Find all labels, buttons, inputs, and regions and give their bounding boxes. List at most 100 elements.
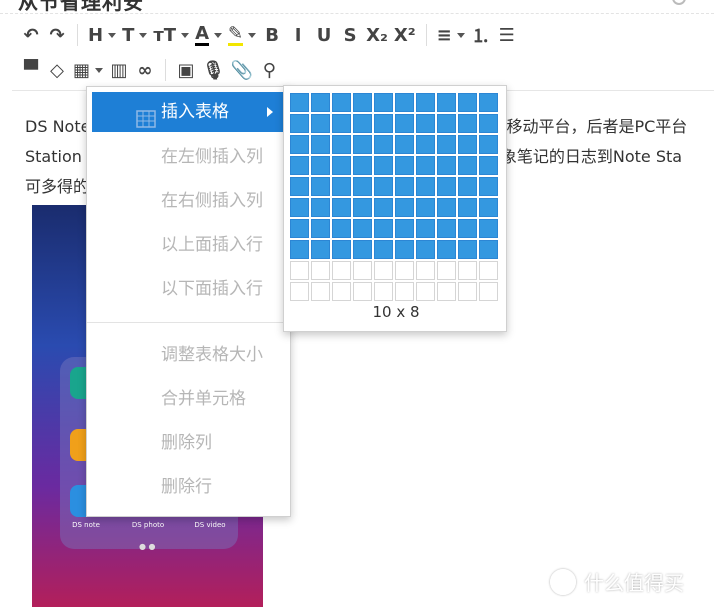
grid-cell[interactable] [290, 156, 309, 175]
grid-cell[interactable] [437, 261, 456, 280]
grid-cell[interactable] [458, 219, 477, 238]
superscript-button[interactable]: X² [391, 21, 419, 49]
grid-cell[interactable] [290, 261, 309, 280]
grid-cell[interactable] [290, 198, 309, 217]
grid-cell[interactable] [374, 282, 393, 301]
image-button[interactable]: ▣ [173, 56, 199, 84]
grid-cell[interactable] [479, 156, 498, 175]
menu-item-4[interactable]: 以下面插入行 [87, 267, 292, 311]
menu-item-0[interactable]: 插入表格 [92, 92, 287, 132]
grid-cell[interactable] [311, 114, 330, 133]
grid-cell[interactable] [311, 156, 330, 175]
menu-item-5[interactable]: 调整表格大小 [87, 333, 292, 377]
grid-cell[interactable] [479, 93, 498, 112]
menu-item-7[interactable]: 删除列 [87, 421, 292, 465]
grid-cell[interactable] [395, 93, 414, 112]
grid-cell[interactable] [416, 135, 435, 154]
grid-cell[interactable] [458, 282, 477, 301]
microphone-button[interactable]: 🎙 [199, 56, 228, 84]
grid-cell[interactable] [332, 177, 351, 196]
grid-cell[interactable] [311, 240, 330, 259]
grid-cell[interactable] [437, 177, 456, 196]
grid-cell[interactable] [395, 240, 414, 259]
grid-cell[interactable] [437, 156, 456, 175]
grid-cell[interactable] [437, 219, 456, 238]
grid-cell[interactable] [479, 282, 498, 301]
grid-cell[interactable] [437, 282, 456, 301]
grid-cell[interactable] [374, 219, 393, 238]
grid-cell[interactable] [395, 135, 414, 154]
chart-button[interactable]: ▥ [106, 56, 132, 84]
grid-cell[interactable] [332, 135, 351, 154]
grid-cell[interactable] [290, 93, 309, 112]
grid-cell[interactable] [458, 156, 477, 175]
grid-cell[interactable] [290, 177, 309, 196]
grid-cell[interactable] [311, 198, 330, 217]
grid-cell[interactable] [311, 219, 330, 238]
grid-cell[interactable] [479, 177, 498, 196]
grid-cell[interactable] [479, 198, 498, 217]
grid-cell[interactable] [353, 93, 372, 112]
menu-item-6[interactable]: 合并单元格 [87, 377, 292, 421]
undo-button[interactable]: ↶ [18, 21, 44, 49]
font-color-button[interactable]: A [192, 21, 225, 49]
underline-button[interactable]: U [311, 21, 337, 49]
grid-cell[interactable] [311, 93, 330, 112]
grid-cell[interactable] [374, 156, 393, 175]
grid-cell[interactable] [311, 135, 330, 154]
grid-cell[interactable] [395, 177, 414, 196]
redo-button[interactable]: ↷ [44, 21, 70, 49]
grid-cell[interactable] [290, 219, 309, 238]
grid-cell[interactable] [311, 261, 330, 280]
heading-button[interactable]: H [85, 21, 119, 49]
grid-cell[interactable] [332, 240, 351, 259]
grid-cell[interactable] [416, 240, 435, 259]
strikethrough-button[interactable]: S [337, 21, 363, 49]
link-button[interactable]: ∞ [132, 56, 158, 84]
grid-cell[interactable] [437, 114, 456, 133]
grid-cell[interactable] [395, 219, 414, 238]
grid-cell[interactable] [416, 156, 435, 175]
menu-item-1[interactable]: 在左侧插入列 [87, 135, 292, 179]
grid-cell[interactable] [374, 198, 393, 217]
grid-cell[interactable] [458, 177, 477, 196]
grid-cell[interactable] [290, 282, 309, 301]
grid-cell[interactable] [290, 240, 309, 259]
grid-cell[interactable] [416, 114, 435, 133]
grid-cell[interactable] [311, 177, 330, 196]
ordered-list-button[interactable]: ⒈ [468, 21, 494, 49]
grid-cell[interactable] [332, 114, 351, 133]
grid-cell[interactable] [458, 240, 477, 259]
grid-cell[interactable] [353, 177, 372, 196]
grid-cell[interactable] [353, 135, 372, 154]
menu-item-8[interactable]: 删除行 [87, 465, 292, 509]
format-painter-button[interactable]: ▀ [18, 56, 44, 84]
grid-cell[interactable] [479, 135, 498, 154]
grid-cell[interactable] [395, 198, 414, 217]
highlight-button[interactable]: ✎ [225, 21, 259, 49]
grid-cell[interactable] [353, 261, 372, 280]
refresh-icon[interactable] [672, 0, 686, 5]
grid-cell[interactable] [479, 219, 498, 238]
grid-cell[interactable] [395, 282, 414, 301]
grid-cell[interactable] [332, 219, 351, 238]
grid-cell[interactable] [332, 282, 351, 301]
grid-cell[interactable] [437, 198, 456, 217]
eraser-button[interactable]: ◇ [44, 56, 70, 84]
grid-cell[interactable] [458, 261, 477, 280]
grid-cell[interactable] [458, 198, 477, 217]
grid-cell[interactable] [416, 282, 435, 301]
align-button[interactable]: ≡ [434, 21, 468, 49]
font-family-button[interactable]: T [119, 21, 150, 49]
grid-cell[interactable] [437, 93, 456, 112]
grid-cell[interactable] [374, 93, 393, 112]
grid-cell[interactable] [395, 156, 414, 175]
grid-cell[interactable] [479, 114, 498, 133]
font-size-button[interactable]: тT [150, 21, 192, 49]
grid-cell[interactable] [416, 198, 435, 217]
grid-cell[interactable] [353, 198, 372, 217]
grid-cell[interactable] [353, 156, 372, 175]
grid-cell[interactable] [332, 198, 351, 217]
grid-cell[interactable] [374, 177, 393, 196]
grid-cell[interactable] [332, 156, 351, 175]
